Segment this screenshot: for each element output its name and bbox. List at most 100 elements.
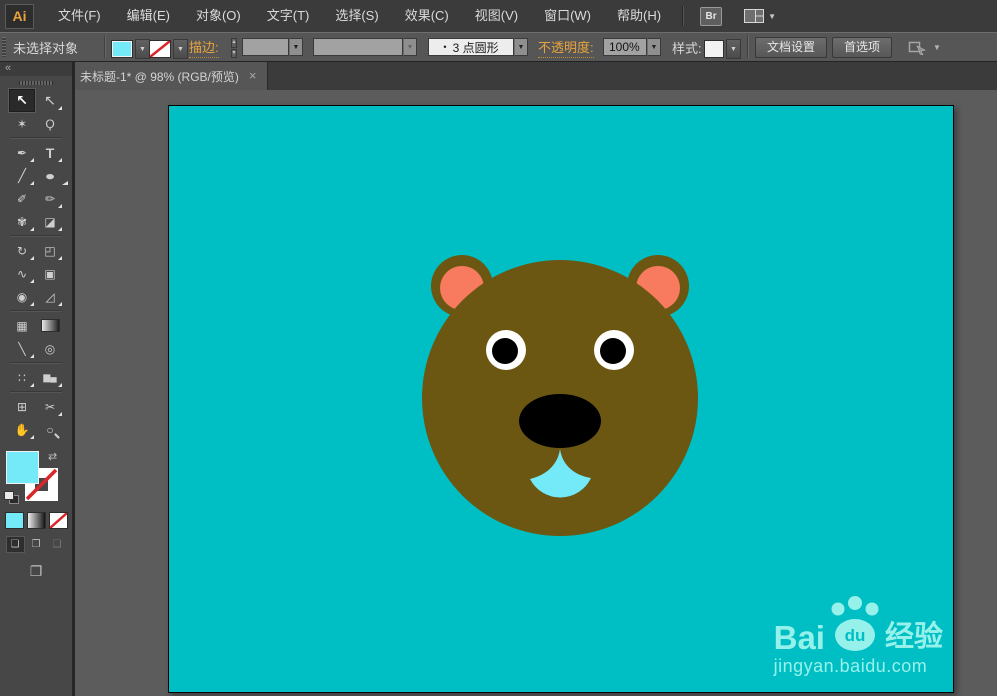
panel-drag-handle[interactable] [19, 81, 53, 85]
change-screen-mode-button[interactable]: ❐ [23, 563, 49, 580]
tool-group-separator [10, 391, 62, 393]
stroke-weight-dropdown[interactable]: ▼ [242, 38, 303, 56]
bear-nose[interactable] [519, 394, 601, 448]
mesh-tool[interactable]: ▦ [9, 314, 35, 337]
gradient-tool[interactable] [37, 314, 63, 337]
document-setup-button[interactable]: 文档设置 [755, 37, 828, 58]
free-transform-tool[interactable]: ▣ [37, 262, 63, 285]
lasso-tool[interactable]: Ϙ [37, 112, 63, 135]
chevron-down-icon[interactable]: ▼ [933, 43, 941, 52]
fill-color-dropdown[interactable]: ▼ [111, 39, 150, 59]
close-icon[interactable]: × [249, 69, 257, 82]
graphic-style-swatch[interactable] [704, 40, 724, 58]
eraser-tool[interactable]: ◪ [37, 210, 63, 233]
pen-tool[interactable]: ✒ [9, 141, 35, 164]
stroke-color-dropdown[interactable]: ▼ [149, 39, 188, 59]
bear-right-pupil[interactable] [600, 338, 626, 364]
step-up-icon[interactable]: ▲ [230, 38, 238, 48]
width-tool[interactable]: ∿ [9, 262, 35, 285]
width-profile-field[interactable] [313, 38, 403, 56]
chevron-down-icon[interactable]: ▼ [135, 39, 150, 59]
opacity-dropdown[interactable]: 100% ▼ [603, 38, 661, 56]
draw-normal-mode[interactable]: ❏ [5, 536, 25, 553]
selection-tool[interactable]: ↖ [9, 89, 35, 112]
draw-behind-mode[interactable]: ❐ [27, 536, 46, 553]
pencil-tool[interactable]: ✏ [37, 187, 63, 210]
brush-preview-dot: • [443, 42, 447, 52]
menu-edit[interactable]: 编辑(E) [114, 0, 183, 32]
menu-object[interactable]: 对象(O) [183, 0, 254, 32]
eyedropper-tool[interactable]: ╲ [9, 337, 35, 360]
brush-definition-value: 3 点圆形 [452, 40, 499, 55]
stroke-weight-field[interactable] [242, 38, 289, 56]
graphic-style-dropdown[interactable]: ▼ [704, 39, 741, 59]
chevron-down-icon: ▼ [768, 11, 776, 21]
fill-color-swatch[interactable] [111, 40, 133, 58]
step-down-icon[interactable]: ▼ [230, 48, 238, 58]
shape-builder-tool[interactable]: ◉ [9, 285, 35, 308]
column-graph-tool[interactable]: ▆▄ [37, 366, 63, 389]
swap-fill-stroke-icon[interactable]: ⇄ [48, 450, 57, 463]
opacity-panel-link[interactable]: 不透明度: [538, 37, 594, 58]
slice-tool[interactable]: ✂ [37, 395, 63, 418]
rotate-tool[interactable]: ↻ [9, 239, 35, 262]
baidu-jingyan-watermark: Bai du 经验 jingyan.baidu.com [774, 596, 943, 677]
magic-wand-tool[interactable]: ✶ [9, 112, 35, 135]
direct-selection-tool[interactable]: ↖ [37, 89, 63, 112]
draw-inside-mode[interactable]: ❑ [48, 536, 67, 553]
watermark-bai-text: Bai [773, 618, 825, 656]
menu-view[interactable]: 视图(V) [462, 0, 531, 32]
menu-help[interactable]: 帮助(H) [604, 0, 674, 32]
menu-file[interactable]: 文件(F) [45, 0, 114, 32]
chevron-down-icon[interactable]: ▼ [173, 39, 188, 59]
preferences-button[interactable]: 首选项 [832, 37, 893, 58]
opacity-value[interactable]: 100% [603, 38, 647, 56]
type-tool[interactable]: T [37, 141, 63, 164]
collapse-panel-button[interactable]: « [0, 62, 72, 76]
bridge-button[interactable]: Br [700, 6, 723, 26]
workspace-switcher-button[interactable]: ▼ [744, 9, 776, 23]
paintbrush-tool[interactable]: ✐ [9, 187, 35, 210]
variable-width-profile-dropdown[interactable]: ▼ [313, 38, 417, 56]
stroke-weight-stepper[interactable]: ▲ ▼ [228, 38, 240, 58]
menu-window[interactable]: 窗口(W) [531, 0, 604, 32]
document-tab[interactable]: 未标题-1* @ 98% (RGB/预览) × [68, 62, 269, 90]
artboard[interactable]: Bai du 经验 jingyan.baidu.com [168, 105, 954, 693]
panel-grip-handle[interactable] [2, 37, 6, 57]
stroke-none-swatch[interactable] [149, 40, 171, 58]
fill-indicator[interactable] [5, 450, 40, 485]
blend-tool[interactable]: ◎ [37, 337, 63, 360]
perspective-grid-tool[interactable]: ◿ [37, 285, 63, 308]
pasteboard[interactable]: Bai du 经验 jingyan.baidu.com [72, 90, 997, 696]
zoom-tool[interactable]: ○ [37, 418, 63, 441]
stroke-panel-link[interactable]: 描边: [189, 37, 219, 58]
color-fill-button[interactable] [4, 512, 24, 529]
gradient-fill-button[interactable] [26, 512, 46, 529]
watermark-du-text: du [845, 626, 866, 645]
scale-tool[interactable]: ◰ [37, 239, 63, 262]
bear-left-pupil[interactable] [492, 338, 518, 364]
hand-tool[interactable]: ✋ [9, 418, 35, 441]
selection-status-label: 未选择对象 [13, 40, 79, 56]
chevron-down-icon[interactable]: ▼ [289, 38, 303, 56]
artboard-tool[interactable]: ⊞ [9, 395, 35, 418]
style-label: 样式: [672, 40, 702, 56]
select-similar-objects-button[interactable]: ▼ [908, 40, 941, 55]
watermark-url: jingyan.baidu.com [773, 656, 928, 676]
chevron-down-icon[interactable]: ▼ [726, 39, 741, 59]
brush-definition-dropdown[interactable]: • 3 点圆形 ▼ [428, 38, 528, 56]
chevron-down-icon[interactable]: ▼ [514, 38, 528, 56]
menu-type[interactable]: 文字(T) [254, 0, 323, 32]
fill-stroke-indicator: ⇄ [0, 450, 72, 507]
none-fill-button[interactable] [48, 512, 68, 529]
brush-definition-field[interactable]: • 3 点圆形 [428, 38, 514, 56]
tool-group-separator [10, 362, 62, 364]
symbol-sprayer-tool[interactable]: ∷ [9, 366, 35, 389]
chevron-down-icon[interactable]: ▼ [647, 38, 661, 56]
chevron-down-icon: ▼ [403, 38, 417, 56]
ellipse-tool[interactable]: ● [31, 164, 70, 187]
default-fill-stroke-icon[interactable] [4, 491, 19, 504]
menu-effect[interactable]: 效果(C) [392, 0, 462, 32]
blob-brush-tool[interactable]: ✾ [9, 210, 35, 233]
menu-select[interactable]: 选择(S) [322, 0, 391, 32]
